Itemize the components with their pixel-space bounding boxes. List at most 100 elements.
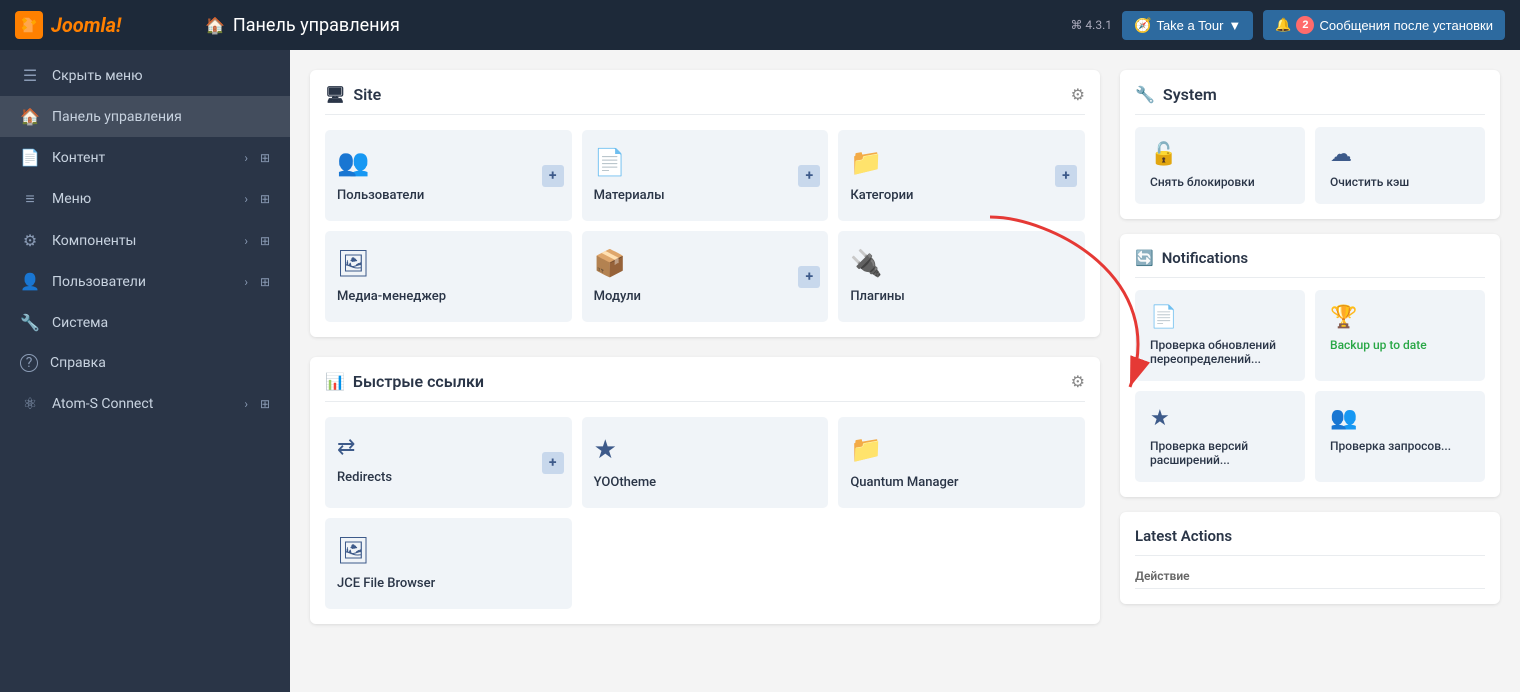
check-req-item[interactable]: 👥 Проверка запросов... [1315, 391, 1485, 482]
grid-icon: ⊞ [260, 234, 270, 248]
yootheme-card-label: YOOtheme [594, 475, 656, 490]
sidebar-item-help[interactable]: ? Справка [0, 343, 290, 383]
page-title: 🏠 Панель управления [205, 15, 1060, 36]
site-modules-item[interactable]: 📦 Модули + [582, 231, 829, 322]
site-users-item[interactable]: 👥 Пользователи + [325, 130, 572, 221]
categories-card-icon: 📁 [850, 148, 882, 178]
sidebar-item-components[interactable]: ⚙ Компоненты › ⊞ [0, 220, 290, 261]
check-updates-item[interactable]: 📄 Проверка обновлений переопределений... [1135, 290, 1305, 381]
notification-count: 2 [1296, 16, 1314, 34]
quantum-card-label: Quantum Manager [850, 475, 958, 490]
quick-links-settings-icon[interactable]: ⚙ [1071, 372, 1085, 391]
site-panel-grid: 👥 Пользователи + 📄 Материалы + 📁 Категор… [325, 130, 1085, 322]
arrow-icon: › [244, 275, 248, 289]
latest-actions-title-text: Latest Actions [1135, 527, 1232, 545]
grid-icon: ⊞ [260, 151, 270, 165]
sidebar-item-dashboard[interactable]: 🏠 Панель управления [0, 96, 290, 137]
atom-icon: ⚛ [20, 394, 40, 413]
latest-actions-panel: Latest Actions Действие [1120, 512, 1500, 604]
sidebar-item-label: Atom-S Connect [52, 396, 232, 412]
check-ext-item[interactable]: ★ Проверка версий расширений... [1135, 391, 1305, 482]
sidebar-item-content[interactable]: 📄 Контент › ⊞ [0, 137, 290, 178]
notifications-panel: 🔄 Notifications 📄 Проверка обновлений пе… [1120, 234, 1500, 497]
sidebar-item-label: Пользователи [52, 274, 232, 290]
help-icon: ? [20, 354, 38, 372]
quick-links-grid: ⇄ Redirects + ★ YOOtheme 📁 Quantum Manag… [325, 417, 1085, 609]
yootheme-item[interactable]: ★ YOOtheme [582, 417, 829, 508]
users-add-icon[interactable]: + [542, 165, 564, 187]
page-title-text: Панель управления [233, 15, 400, 36]
topbar-right: ⌘ 4.3.1 🧭 Take a Tour ▼ 🔔 2 Сообщения по… [1070, 10, 1505, 40]
site-plugins-item[interactable]: 🔌 Плагины [838, 231, 1085, 322]
modules-add-icon[interactable]: + [798, 266, 820, 288]
sidebar-item-label: Система [52, 315, 270, 331]
sidebar-item-atom[interactable]: ⚛ Atom-S Connect › ⊞ [0, 383, 290, 424]
take-a-tour-button[interactable]: 🧭 Take a Tour ▼ [1122, 11, 1253, 40]
topbar: Joomla! 🏠 Панель управления ⌘ 4.3.1 🧭 Ta… [0, 0, 1520, 50]
site-categories-item[interactable]: 📁 Категории + [838, 130, 1085, 221]
sidebar-item-hide-menu[interactable]: ☰ Скрыть меню [0, 55, 290, 96]
users-icon: 👤 [20, 272, 40, 291]
lock-open-icon: 🔓 [1150, 142, 1177, 167]
sidebar-item-users[interactable]: 👤 Пользователи › ⊞ [0, 261, 290, 302]
jce-item[interactable]: 🖼 JCE File Browser [325, 518, 572, 609]
media-card-label: Медиа-менеджер [337, 289, 446, 304]
quantum-manager-item[interactable]: 📁 Quantum Manager [838, 417, 1085, 508]
quantum-card-icon: 📁 [850, 435, 882, 465]
users-notif-icon: 👥 [1330, 406, 1357, 431]
system-icon: 🔧 [20, 313, 40, 332]
wrench-icon: 🔧 [1135, 85, 1155, 104]
tour-label: Take a Tour [1156, 18, 1223, 33]
notifications-button[interactable]: 🔔 2 Сообщения после установки [1263, 10, 1505, 40]
redirects-item[interactable]: ⇄ Redirects + [325, 417, 572, 508]
joomla-icon [15, 11, 43, 39]
latest-actions-title: Latest Actions [1135, 527, 1232, 545]
clear-cache-label: Очистить кэш [1330, 175, 1409, 189]
site-panel-settings-icon[interactable]: ⚙ [1071, 85, 1085, 104]
unlock-label: Снять блокировки [1150, 175, 1255, 189]
sidebar-item-system[interactable]: 🔧 Система [0, 302, 290, 343]
check-updates-label: Проверка обновлений переопределений... [1150, 338, 1290, 366]
check-ext-label: Проверка версий расширений... [1150, 439, 1290, 467]
tour-icon: 🧭 [1134, 17, 1151, 34]
arrow-icon: › [244, 192, 248, 206]
action-col-header: Действие [1135, 564, 1485, 589]
redirects-card-icon: ⇄ [337, 435, 355, 460]
system-panel-header: 🔧 System [1135, 85, 1485, 115]
arrow-icon: › [244, 151, 248, 165]
users-card-label: Пользователи [337, 188, 424, 203]
categories-add-icon[interactable]: + [1055, 165, 1077, 187]
quick-links-panel-title: 📊 Быстрые ссылки [325, 372, 484, 391]
clear-cache-item[interactable]: ☁ Очистить кэш [1315, 127, 1485, 204]
yootheme-card-icon: ★ [594, 435, 617, 465]
system-grid: 🔓 Снять блокировки ☁ Очистить кэш [1135, 127, 1485, 204]
sidebar-item-label: Компоненты [52, 233, 232, 249]
sidebar-item-label: Меню [52, 191, 232, 207]
unlock-item[interactable]: 🔓 Снять блокировки [1135, 127, 1305, 204]
notifications-panel-header: 🔄 Notifications [1135, 249, 1485, 278]
backup-item[interactable]: 🏆 Backup up to date [1315, 290, 1485, 381]
quick-links-panel-header: 📊 Быстрые ссылки ⚙ [325, 372, 1085, 402]
redirects-add-icon[interactable]: + [542, 452, 564, 474]
menu-nav-icon: ≡ [20, 189, 40, 209]
latest-actions-header: Latest Actions [1135, 527, 1485, 556]
doc-icon: 📄 [1150, 305, 1177, 330]
content-area: 🖥 Site ⚙ 👥 Пользователи + 📄 Материалы + [290, 50, 1520, 692]
materials-add-icon[interactable]: + [798, 165, 820, 187]
main-panels: 🖥 Site ⚙ 👥 Пользователи + 📄 Материалы + [310, 70, 1100, 672]
logo[interactable]: Joomla! [15, 11, 195, 39]
backup-label: Backup up to date [1330, 338, 1427, 352]
cloud-icon: ☁ [1330, 142, 1352, 167]
refresh-icon: 🔄 [1135, 249, 1154, 267]
site-media-item[interactable]: 🖼 Медиа-менеджер [325, 231, 572, 322]
system-panel-title: 🔧 System [1135, 85, 1217, 104]
plugins-card-label: Плагины [850, 289, 904, 304]
version-badge: ⌘ 4.3.1 [1070, 18, 1112, 32]
sidebar-item-menu[interactable]: ≡ Меню › ⊞ [0, 178, 290, 220]
site-materials-item[interactable]: 📄 Материалы + [582, 130, 829, 221]
quick-links-icon: 📊 [325, 372, 345, 391]
notifications-title-text: Notifications [1162, 249, 1248, 267]
check-req-label: Проверка запросов... [1330, 439, 1451, 453]
notifications-grid: 📄 Проверка обновлений переопределений...… [1135, 290, 1485, 482]
categories-card-label: Категории [850, 188, 913, 203]
